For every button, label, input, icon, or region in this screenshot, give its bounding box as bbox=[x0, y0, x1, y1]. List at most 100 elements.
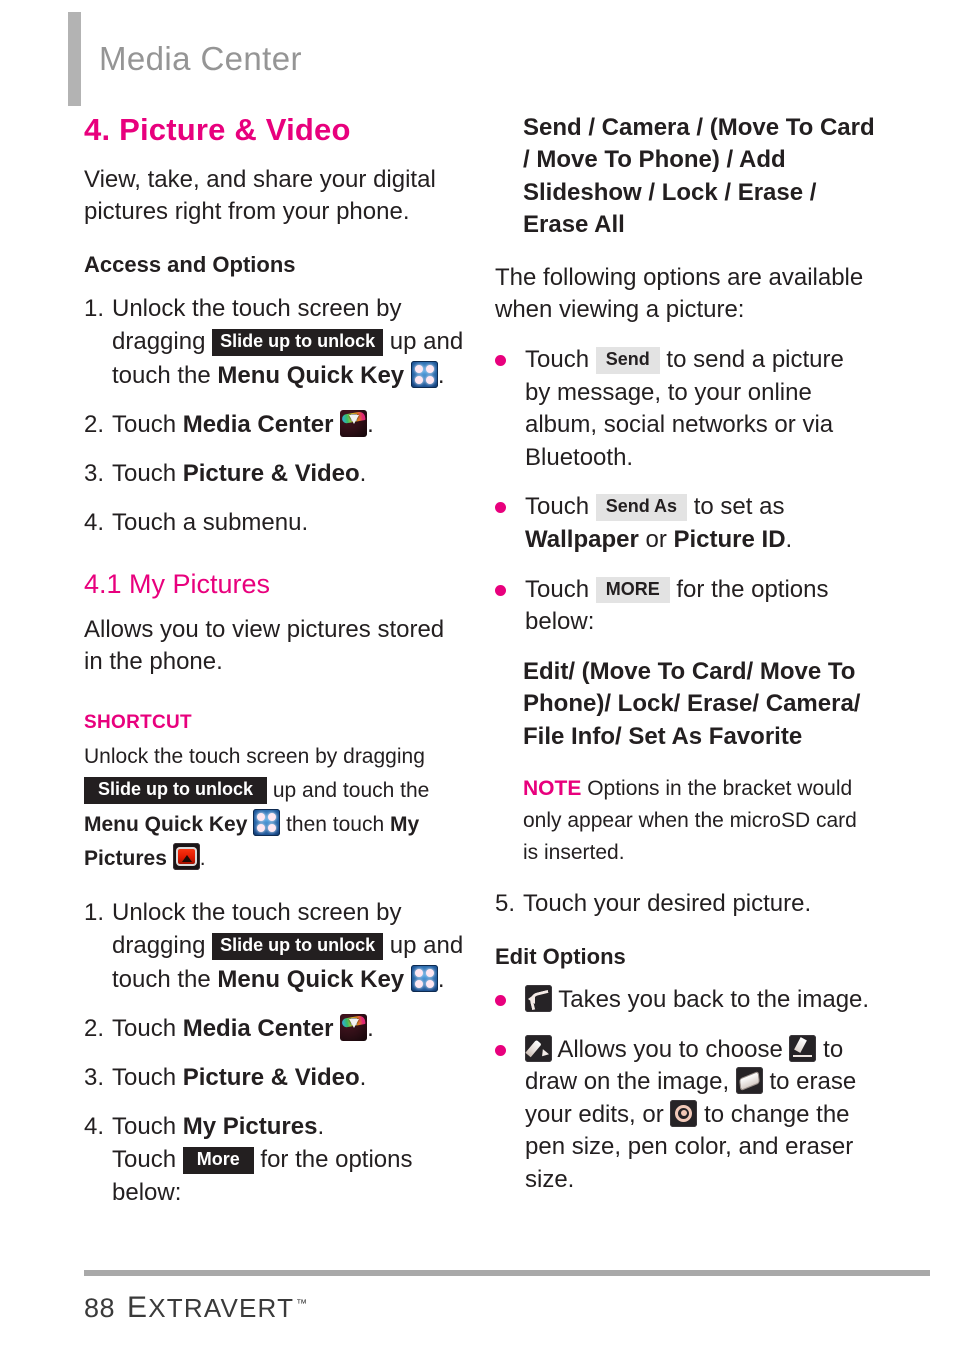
left-column: 4. Picture & Video View, take, and share… bbox=[84, 112, 469, 1225]
shortcut-text: Unlock the touch screen by dragging bbox=[84, 745, 425, 769]
my-pictures-icon[interactable] bbox=[172, 843, 200, 871]
step-number: 2. bbox=[84, 410, 105, 438]
slide-up-to-unlock-chip[interactable]: Slide up to unlock bbox=[212, 933, 384, 961]
eraser-icon[interactable] bbox=[735, 1067, 763, 1095]
step-period: . bbox=[359, 1063, 367, 1091]
subsection-title: 4.1 My Pictures bbox=[84, 568, 271, 599]
step-number: 4. bbox=[84, 508, 105, 536]
step-text: Touch bbox=[112, 1014, 177, 1042]
pen-draw-icon[interactable] bbox=[789, 1034, 817, 1062]
shortcut-text-then: then touch bbox=[286, 813, 385, 837]
step-text: Touch bbox=[112, 410, 177, 438]
menu-quick-key-label: Menu Quick Key bbox=[217, 965, 405, 993]
list-item: 1. Unlock the touch screen by dragging S… bbox=[84, 896, 469, 995]
page-number: 88 bbox=[84, 1293, 116, 1323]
or-text: or bbox=[645, 526, 667, 553]
bullet-period: . bbox=[785, 526, 793, 553]
list-item: 5. Touch your desired picture. bbox=[495, 887, 875, 920]
step-body: Unlock the touch screen by dragging Slid… bbox=[112, 896, 469, 995]
brand-name: EXTRAVERT ™ bbox=[127, 1291, 308, 1325]
shortcut-period: . bbox=[199, 847, 206, 871]
bullet-text: Touch bbox=[525, 345, 590, 373]
note-label: NOTE bbox=[523, 777, 582, 801]
bullet-text: Touch bbox=[525, 575, 590, 603]
step-body: Touch Media Center . bbox=[112, 1012, 469, 1045]
step-text: Touch bbox=[112, 1112, 177, 1140]
step-body: Touch your desired picture. bbox=[523, 889, 812, 917]
page-footer: 88 EXTRAVERT ™ bbox=[84, 1291, 308, 1325]
list-item: Touch Send to send a picture by message,… bbox=[495, 344, 875, 475]
section-intro: View, take, and share your digital pictu… bbox=[84, 166, 436, 226]
pen-icon[interactable] bbox=[525, 1034, 552, 1062]
header-accent-bar bbox=[68, 12, 81, 106]
step-body: Touch a submenu. bbox=[112, 508, 309, 536]
step-body: Touch Media Center . bbox=[112, 408, 469, 441]
gear-icon[interactable] bbox=[670, 1099, 698, 1127]
access-and-options-heading: Access and Options bbox=[84, 252, 296, 278]
menu-quick-key-label: Menu Quick Key bbox=[217, 361, 405, 389]
running-title: Media Center bbox=[99, 40, 302, 77]
step-number: 3. bbox=[84, 1063, 105, 1091]
step-period: . bbox=[437, 361, 445, 389]
step-body: Touch Picture & Video. bbox=[112, 1061, 469, 1094]
step-period: . bbox=[359, 459, 367, 487]
picture-and-video-label: Picture & Video bbox=[182, 1063, 360, 1091]
menu-quick-key-icon[interactable] bbox=[253, 809, 281, 837]
bullet-dot-icon bbox=[495, 574, 525, 639]
touch-text: Touch bbox=[112, 1146, 177, 1173]
step-number: 1. bbox=[84, 899, 105, 927]
bullet-dot-icon bbox=[495, 491, 525, 556]
bullet-body: Touch Send to send a picture by message,… bbox=[525, 344, 875, 475]
edit-options-heading: Edit Options bbox=[495, 943, 626, 969]
list-item: 2. Touch Media Center . bbox=[84, 408, 469, 441]
shortcut-body: Unlock the touch screen by dragging Slid… bbox=[84, 740, 469, 876]
bullet-body: Touch MORE for the options below: bbox=[525, 574, 875, 639]
send-button-chip[interactable]: Send bbox=[595, 346, 660, 374]
options-list-two: Edit/ (Move To Card/ Move To Phone)/ Loc… bbox=[523, 657, 861, 750]
my-pictures-label: My Pictures bbox=[182, 1112, 318, 1140]
shortcut-label: SHORTCUT bbox=[84, 712, 192, 734]
options-list-one: Send / Camera / (Move To Card / Move To … bbox=[523, 114, 875, 239]
media-center-icon[interactable] bbox=[340, 1013, 368, 1041]
menu-quick-key-icon[interactable] bbox=[410, 964, 438, 992]
list-item: Takes you back to the image. bbox=[495, 984, 875, 1017]
list-item: 2. Touch Media Center . bbox=[84, 1012, 469, 1045]
more-button-chip[interactable]: More bbox=[182, 1147, 254, 1174]
bullet-body: Takes you back to the image. bbox=[525, 984, 875, 1017]
bullet-body: Touch Send As to set as Wallpaper or Pic… bbox=[525, 491, 875, 556]
subsection-intro: Allows you to view pictures stored in th… bbox=[84, 615, 445, 676]
list-item: 1. Unlock the touch screen by dragging S… bbox=[84, 292, 469, 391]
list-item: 3. Touch Picture & Video. bbox=[84, 457, 469, 490]
brand-rest: XTRAVERT bbox=[148, 1293, 295, 1323]
step-period: . bbox=[367, 410, 374, 438]
menu-quick-key-icon[interactable] bbox=[410, 360, 438, 388]
note-block: NOTE Options in the bracket would only a… bbox=[523, 773, 875, 869]
bullet-text: Touch bbox=[525, 493, 590, 521]
list-item: 3. Touch Picture & Video. bbox=[84, 1061, 469, 1094]
slide-up-to-unlock-chip[interactable]: Slide up to unlock bbox=[212, 329, 384, 357]
more-button-chip[interactable]: MORE bbox=[595, 576, 670, 604]
bullet-text: Takes you back to the image. bbox=[558, 985, 870, 1013]
step-text: Touch bbox=[112, 1063, 177, 1091]
brand-initial: E bbox=[127, 1291, 149, 1324]
step-number: 2. bbox=[84, 1014, 105, 1042]
media-center-icon[interactable] bbox=[340, 409, 368, 437]
list-item: Touch MORE for the options below: bbox=[495, 574, 875, 639]
trademark-symbol: ™ bbox=[296, 1298, 309, 1311]
send-as-button-chip[interactable]: Send As bbox=[595, 494, 688, 522]
step-body: Unlock the touch screen by dragging Slid… bbox=[112, 292, 469, 391]
back-arrow-icon[interactable] bbox=[525, 984, 552, 1012]
section-title: 4. Picture & Video bbox=[84, 112, 351, 147]
list-item: Touch Send As to set as Wallpaper or Pic… bbox=[495, 491, 875, 556]
list-item: 4. Touch My Pictures. Touch More for the… bbox=[84, 1110, 469, 1209]
bullet-body: Allows you to choose to draw on the imag… bbox=[525, 1034, 875, 1197]
media-center-label: Media Center bbox=[182, 1014, 334, 1042]
bullet-dot-icon bbox=[495, 984, 525, 1017]
slide-up-to-unlock-chip[interactable]: Slide up to unlock bbox=[84, 777, 268, 805]
step-body: Touch My Pictures. Touch More for the op… bbox=[112, 1110, 469, 1209]
media-center-label: Media Center bbox=[182, 410, 334, 438]
step-body: Touch Picture & Video. bbox=[112, 457, 469, 490]
step-period: . bbox=[437, 965, 445, 993]
list-item: 4. Touch a submenu. bbox=[84, 506, 469, 539]
step-text: Touch bbox=[112, 459, 177, 487]
